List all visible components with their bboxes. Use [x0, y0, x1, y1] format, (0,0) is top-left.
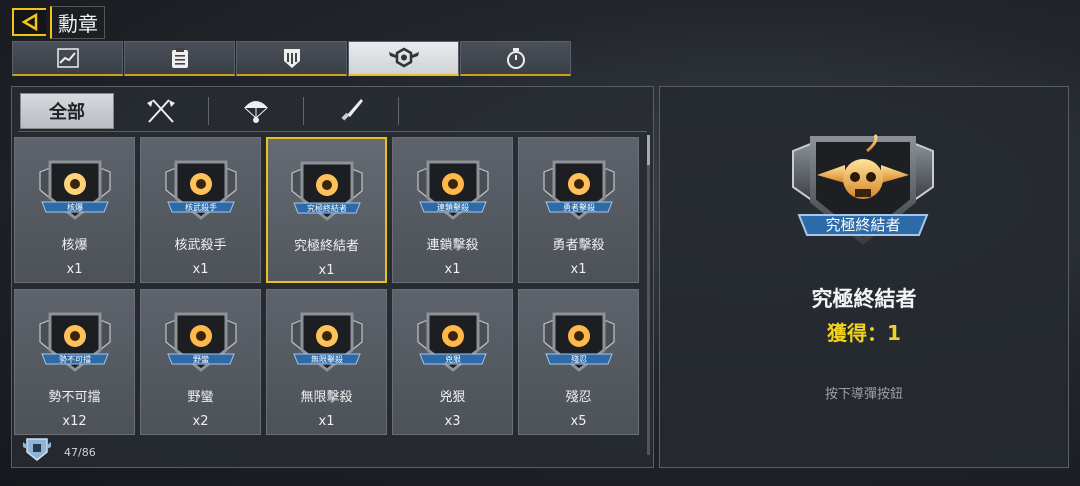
nuke-badge-icon: 核爆: [38, 160, 111, 220]
back-arrow-icon: [12, 8, 46, 36]
top-tab-bar: [12, 41, 571, 76]
crossed-flags-icon: [147, 99, 175, 123]
detail-acquired-count: 獲得：1: [827, 321, 901, 345]
medal-card[interactable]: 勢不可擋 勢不可擋 x12: [14, 289, 135, 435]
shield-map-icon: [283, 49, 300, 68]
clipboard-icon: [171, 48, 188, 68]
scrollbar-track[interactable]: [647, 135, 650, 455]
medal-count: x1: [66, 262, 83, 277]
seven-badge-icon: 無限擊殺: [290, 312, 363, 372]
medal-count: x1: [570, 262, 587, 277]
tab-all[interactable]: 全部: [20, 93, 114, 129]
divider: [398, 97, 399, 125]
medal-list-panel: 全部 核爆 核爆 x1 核武殺手 核武殺手 x1 究極終結者 究極終結者 x1 連鎖擊殺 連鎖擊殺 x…: [11, 86, 654, 468]
medal-name: 核武殺手: [174, 238, 227, 253]
medal-card[interactable]: 兇狠 兇狠 x3: [392, 289, 513, 435]
tab-melee[interactable]: [304, 93, 398, 129]
medal-detail-panel: 究極終結者 究極終結者 獲得：1 按下導彈按鈕: [659, 86, 1069, 468]
star-wings-badge-icon: 連鎖擊殺: [416, 160, 489, 220]
badge-banner-text: 勇者擊殺: [563, 202, 595, 212]
medal-count: x12: [62, 414, 87, 429]
medal-count: x3: [444, 414, 461, 429]
detail-hint: 按下導彈按鈕: [824, 387, 903, 402]
collection-progress: 47/86: [64, 446, 96, 459]
category-tabs: 全部: [20, 93, 399, 129]
medal-name: 勢不可擋: [48, 390, 101, 405]
medal-count: x1: [444, 262, 461, 277]
medal-name: 野蠻: [187, 390, 214, 405]
tab-battle-royale[interactable]: [209, 93, 303, 129]
beast-badge-icon: 野蠻: [164, 312, 237, 372]
medal-name: 連鎖擊殺: [426, 238, 479, 253]
detail-medal-name: 究極終結者: [811, 287, 917, 311]
tab-multiplayer[interactable]: [114, 93, 208, 129]
medal-card[interactable]: 核武殺手 核武殺手 x1: [140, 137, 261, 283]
tab-medals[interactable]: [348, 41, 459, 76]
badge-banner-text: 究極終結者: [307, 203, 347, 213]
medal-name: 無限擊殺: [300, 390, 353, 405]
stripes-badge-icon: 殘忍: [542, 312, 615, 372]
medal-name: 勇者擊殺: [552, 238, 605, 253]
medal-wings-icon: [388, 47, 419, 68]
medal-count: x1: [318, 263, 335, 278]
badge-banner-text: 殘忍: [571, 354, 587, 364]
medal-card[interactable]: 無限擊殺 無限擊殺 x1: [266, 289, 387, 435]
radiation-badge-icon: 核武殺手: [164, 160, 237, 220]
parachute-icon: [244, 101, 268, 123]
medal-count: x5: [570, 414, 587, 429]
medal-name: 究極終結者: [293, 239, 359, 254]
badge-banner-text: 核武殺手: [185, 202, 217, 212]
medal-name: 殘忍: [565, 390, 592, 405]
badge-banner-text: 兇狠: [445, 354, 461, 364]
medal-count: x1: [192, 262, 209, 277]
shield-badge-icon: 兇狠: [416, 312, 489, 372]
back-button[interactable]: 勳章: [12, 5, 105, 39]
badge-banner-text: 無限擊殺: [311, 354, 343, 364]
medal-collection-icon: [23, 438, 51, 461]
medal-card[interactable]: 野蠻 野蠻 x2: [140, 289, 261, 435]
medal-card[interactable]: 連鎖擊殺 連鎖擊殺 x1: [392, 137, 513, 283]
badge-banner-text: 野蠻: [193, 354, 209, 364]
badge-banner-text: 勢不可擋: [59, 354, 91, 364]
tab-stats[interactable]: [12, 41, 123, 76]
tab-timer[interactable]: [460, 41, 571, 76]
medal-name: 兇狠: [439, 390, 466, 405]
chart-icon: [56, 48, 79, 68]
tab-records[interactable]: [124, 41, 235, 76]
medal-card[interactable]: 殘忍 殘忍 x5: [518, 289, 639, 435]
hourglass-badge-icon: 勢不可擋: [38, 312, 111, 372]
badge-banner-text: 連鎖擊殺: [437, 202, 469, 212]
medal-card[interactable]: 勇者擊殺 勇者擊殺 x1: [518, 137, 639, 283]
skull-wings-badge-icon: 究極終結者: [290, 161, 363, 221]
medal-card[interactable]: 究極終結者 究極終結者 x1: [266, 137, 387, 283]
stopwatch-icon: [506, 48, 525, 69]
detail-banner-text: 究極終結者: [825, 216, 900, 234]
medal-card[interactable]: 核爆 核爆 x1: [14, 137, 135, 283]
divider: [18, 131, 647, 132]
badge-banner-text: 核爆: [67, 202, 83, 212]
knife-icon: [341, 99, 363, 121]
medal-name: 核爆: [61, 238, 88, 253]
tab-shields[interactable]: [236, 41, 347, 76]
medal-count: x2: [192, 414, 209, 429]
skull-wings-badge-icon: 究極終結者: [792, 134, 934, 245]
scrollbar-thumb[interactable]: [647, 135, 650, 165]
page-title: 勳章: [50, 5, 105, 39]
eight-badge-icon: 勇者擊殺: [542, 160, 615, 220]
medal-count: x1: [318, 414, 335, 429]
